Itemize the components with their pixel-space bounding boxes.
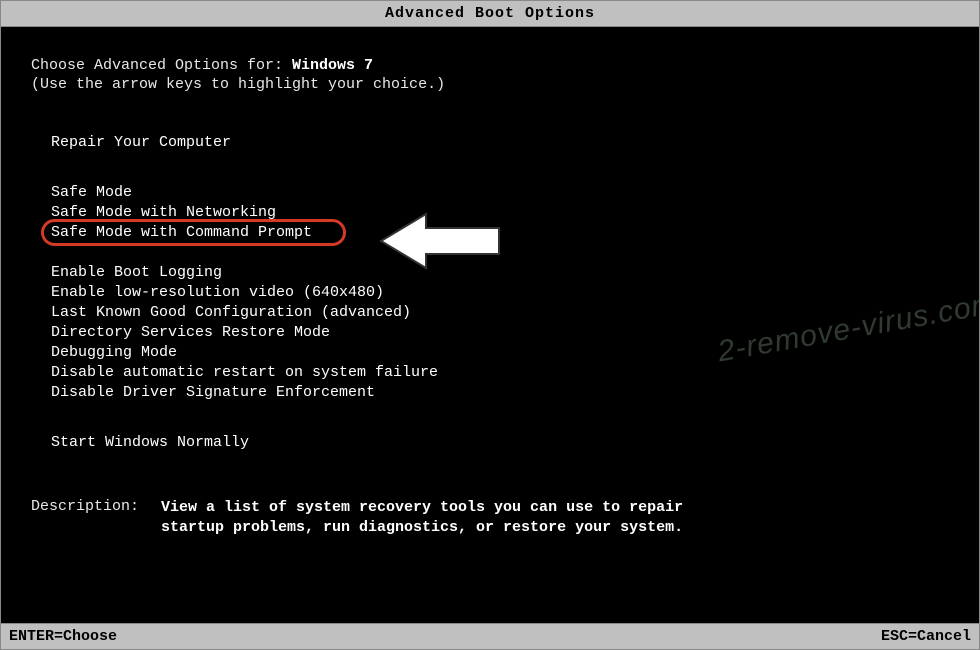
- menu-enable-boot-logging[interactable]: Enable Boot Logging: [51, 263, 949, 283]
- intro-os: Windows 7: [292, 57, 373, 74]
- menu-safe-mode-command-prompt[interactable]: Safe Mode with Command Prompt: [51, 223, 312, 243]
- title-bar: Advanced Boot Options: [1, 1, 979, 27]
- boot-menu: Repair Your Computer Safe Mode Safe Mode…: [31, 133, 949, 453]
- menu-debugging-mode[interactable]: Debugging Mode: [51, 343, 949, 363]
- menu-start-windows-normally[interactable]: Start Windows Normally: [51, 433, 949, 453]
- menu-low-res-video[interactable]: Enable low-resolution video (640x480): [51, 283, 949, 303]
- footer-esc-hint: ESC=Cancel: [881, 628, 971, 645]
- description-label: Description:: [31, 498, 161, 538]
- menu-safe-mode[interactable]: Safe Mode: [51, 183, 949, 203]
- main-content: Choose Advanced Options for: Windows 7 (…: [1, 27, 979, 538]
- menu-safe-mode-networking[interactable]: Safe Mode with Networking: [51, 203, 949, 223]
- title-text: Advanced Boot Options: [385, 5, 595, 22]
- footer-bar: ENTER=Choose ESC=Cancel: [1, 623, 979, 649]
- menu-disable-auto-restart[interactable]: Disable automatic restart on system fail…: [51, 363, 949, 383]
- menu-disable-driver-sig[interactable]: Disable Driver Signature Enforcement: [51, 383, 949, 403]
- highlighted-menu-item: Safe Mode with Command Prompt: [51, 223, 312, 243]
- footer-enter-hint: ENTER=Choose: [9, 628, 117, 645]
- description-text: View a list of system recovery tools you…: [161, 498, 701, 538]
- intro-prefix: Choose Advanced Options for:: [31, 57, 292, 74]
- menu-repair-computer[interactable]: Repair Your Computer: [51, 133, 949, 153]
- menu-last-known-good[interactable]: Last Known Good Configuration (advanced): [51, 303, 949, 323]
- intro-line: Choose Advanced Options for: Windows 7: [31, 57, 949, 74]
- description-row: Description: View a list of system recov…: [31, 498, 949, 538]
- menu-dsrm[interactable]: Directory Services Restore Mode: [51, 323, 949, 343]
- intro-instruction: (Use the arrow keys to highlight your ch…: [31, 76, 949, 93]
